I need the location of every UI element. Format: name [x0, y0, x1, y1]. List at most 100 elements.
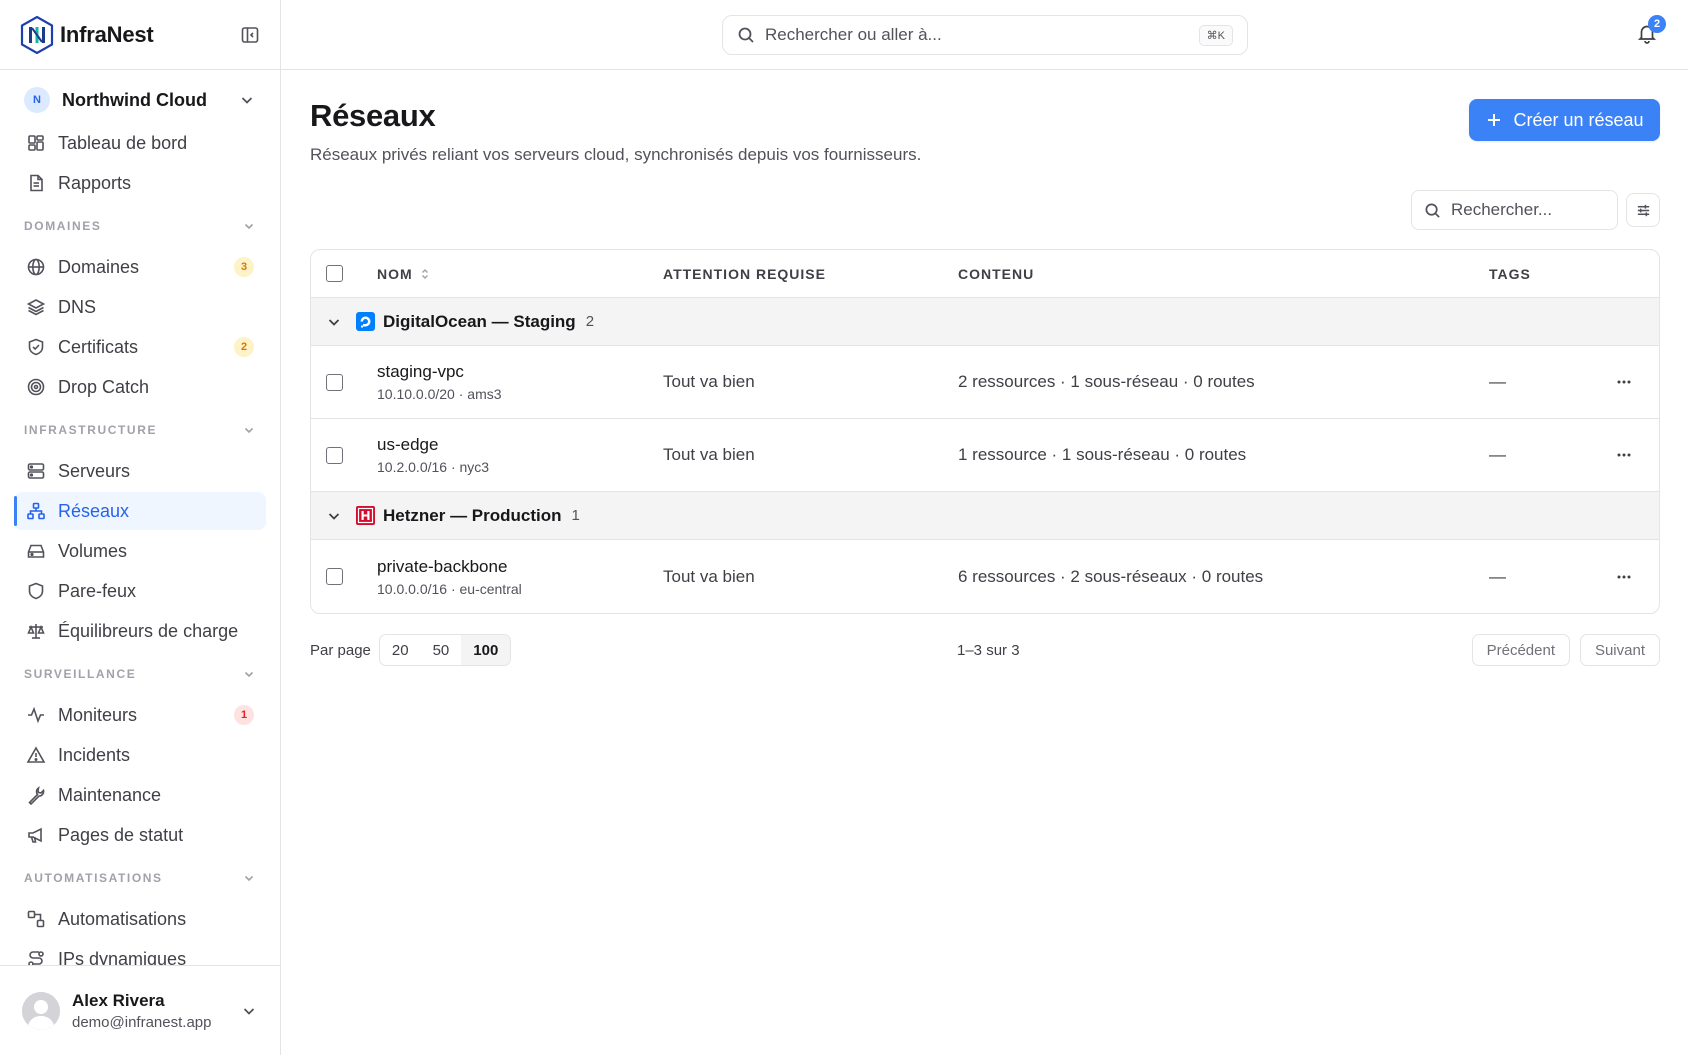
- create-network-label: Créer un réseau: [1513, 109, 1644, 130]
- more-actions-icon[interactable]: [1615, 568, 1633, 586]
- section-domaines[interactable]: DOMAINES: [14, 206, 266, 246]
- per-page-option-100[interactable]: 100: [461, 635, 511, 665]
- section-surveillance[interactable]: SURVEILLANCE: [14, 654, 266, 694]
- next-page-button[interactable]: Suivant: [1579, 634, 1660, 666]
- shield-check-icon: [26, 337, 46, 357]
- layers-icon: [26, 297, 46, 317]
- sidebar-item-label: Certificats: [58, 336, 139, 357]
- table-search-input[interactable]: Rechercher...: [1411, 190, 1618, 230]
- select-all-checkbox[interactable]: [326, 265, 343, 282]
- sidebar-item-label: Domaines: [58, 256, 140, 277]
- sidebar-item-dns[interactable]: DNS: [14, 288, 266, 326]
- sidebar-item-label: Drop Catch: [58, 376, 150, 397]
- row-checkbox[interactable]: [326, 446, 343, 464]
- network-tags: —: [1489, 372, 1506, 391]
- section-infrastructure[interactable]: INFRASTRUCTURE: [14, 410, 266, 450]
- column-header-name[interactable]: NOM: [377, 266, 663, 282]
- wrench-icon: [26, 785, 46, 805]
- row-checkbox[interactable]: [326, 373, 343, 391]
- page-subtitle: Réseaux privés reliant vos serveurs clou…: [310, 145, 922, 164]
- sidebar-item-certificats[interactable]: Certificats 2: [14, 328, 266, 366]
- page-title: Réseaux: [310, 98, 436, 133]
- sidebar-item-rapports[interactable]: Rapports: [14, 164, 266, 202]
- sidebar-item-drop-catch[interactable]: Drop Catch: [14, 368, 266, 406]
- sidebar-item-label: Moniteurs: [58, 704, 138, 725]
- column-header-label: NOM: [377, 265, 413, 282]
- network-name[interactable]: staging-vpc: [377, 362, 663, 382]
- sidebar-item-volumes[interactable]: Volumes: [14, 532, 266, 570]
- sidebar-item-tableau-de-bord[interactable]: Tableau de bord: [14, 124, 266, 162]
- notification-count-badge: 2: [1648, 15, 1666, 33]
- sidebar-item-domaines[interactable]: Domaines 3: [14, 248, 266, 286]
- sidebar-item-maintenance[interactable]: Maintenance: [14, 776, 266, 814]
- alert-triangle-icon: [26, 745, 46, 765]
- more-actions-icon[interactable]: [1615, 446, 1633, 464]
- network-name[interactable]: us-edge: [377, 435, 663, 455]
- user-menu[interactable]: Alex Rivera demo@infranest.app: [0, 965, 280, 1055]
- sidebar-item-automatisations[interactable]: Automatisations: [14, 900, 266, 938]
- sidebar-item-equilibreurs[interactable]: Équilibreurs de charge: [14, 612, 266, 650]
- topbar: Rechercher ou aller à... ⌘K 2: [281, 0, 1688, 70]
- sidebar-item-label: DNS: [58, 296, 97, 317]
- attention-status: Tout va bien: [663, 372, 755, 391]
- sidebar-item-label: Équilibreurs de charge: [58, 620, 239, 641]
- attention-status: Tout va bien: [663, 445, 755, 464]
- search-placeholder: Rechercher ou aller à...: [765, 25, 942, 44]
- network-name[interactable]: private-backbone: [377, 557, 663, 577]
- create-network-button[interactable]: Créer un réseau: [1469, 99, 1660, 141]
- org-name: Northwind Cloud: [62, 89, 207, 110]
- network-contents: 1 ressource · 1 sous-réseau · 0 routes: [958, 445, 1247, 464]
- sidebar-item-incidents[interactable]: Incidents: [14, 736, 266, 774]
- sidebar-item-pare-feux[interactable]: Pare-feux: [14, 572, 266, 610]
- infranest-logo-icon[interactable]: [20, 15, 54, 54]
- network-contents: 6 ressources · 2 sous-réseaux · 0 routes: [958, 566, 1264, 586]
- chevron-down-icon[interactable]: [326, 508, 342, 524]
- group-row-digitalocean[interactable]: DigitalOcean — Staging 2: [311, 298, 1659, 346]
- plus-icon: [1485, 111, 1503, 129]
- shield-icon: [26, 581, 46, 601]
- sidebar-collapse-icon[interactable]: [240, 25, 260, 45]
- avatar: [22, 991, 60, 1030]
- sidebar-item-label: Serveurs: [58, 460, 131, 481]
- count-badge: 3: [234, 257, 254, 277]
- section-title: DOMAINES: [24, 219, 102, 233]
- sidebar-item-label: Automatisations: [58, 908, 187, 929]
- per-page-option-50[interactable]: 50: [421, 635, 462, 665]
- sidebar-item-reseaux[interactable]: Réseaux: [14, 492, 266, 530]
- table-row[interactable]: private-backbone 10.0.0.0/16 · eu-centra…: [311, 540, 1659, 613]
- row-checkbox[interactable]: [326, 568, 343, 585]
- section-title: SURVEILLANCE: [24, 667, 137, 681]
- table-row[interactable]: staging-vpc 10.10.0.0/20 · ams3 Tout va …: [311, 346, 1659, 419]
- per-page-option-20[interactable]: 20: [380, 635, 421, 665]
- search-placeholder: Rechercher...: [1451, 200, 1553, 219]
- column-settings-button[interactable]: [1626, 193, 1660, 227]
- sidebar-item-pages-de-statut[interactable]: Pages de statut: [14, 816, 266, 854]
- target-icon: [26, 377, 46, 397]
- keyboard-shortcut: ⌘K: [1198, 24, 1233, 46]
- workflow-icon: [26, 909, 46, 929]
- brand-name[interactable]: InfraNest: [60, 22, 154, 48]
- sidebar-item-serveurs[interactable]: Serveurs: [14, 452, 266, 490]
- network-cidr-region: 10.2.0.0/16 · nyc3: [377, 459, 490, 475]
- group-row-hetzner[interactable]: Hetzner — Production 1: [311, 492, 1659, 540]
- chevron-down-icon: [242, 423, 256, 437]
- brand-header: InfraNest: [0, 0, 280, 70]
- sidebar-item-moniteurs[interactable]: Moniteurs 1: [14, 696, 266, 734]
- group-count: 1: [571, 507, 580, 524]
- chevron-down-icon[interactable]: [326, 314, 342, 330]
- global-search-input[interactable]: Rechercher ou aller à... ⌘K: [722, 15, 1248, 55]
- report-icon: [26, 173, 46, 193]
- previous-page-button[interactable]: Précédent: [1471, 634, 1570, 666]
- network-cidr-region: 10.0.0.0/16 · eu-central: [377, 580, 522, 597]
- count-badge: 2: [234, 337, 254, 357]
- org-switcher[interactable]: N Northwind Cloud: [14, 80, 266, 120]
- table-row[interactable]: us-edge 10.2.0.0/16 · nyc3 Tout va bien …: [311, 419, 1659, 492]
- main-content: Réseaux Réseaux privés reliant vos serve…: [281, 70, 1688, 1055]
- org-avatar: N: [24, 87, 50, 113]
- section-automatisations[interactable]: AUTOMATISATIONS: [14, 858, 266, 898]
- more-actions-icon[interactable]: [1615, 373, 1633, 391]
- sidebar-item-label: Maintenance: [58, 784, 162, 805]
- sidebar-item-label: Pare-feux: [58, 580, 137, 601]
- network-tags: —: [1489, 445, 1506, 464]
- section-title: AUTOMATISATIONS: [24, 871, 163, 885]
